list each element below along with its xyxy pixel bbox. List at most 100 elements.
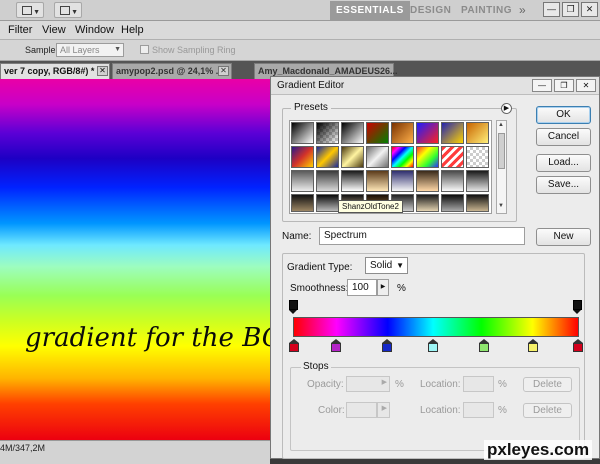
preset-swatch[interactable] [416, 194, 439, 212]
opacity-field: ▶ [346, 376, 390, 392]
show-sampling-ring-checkbox[interactable] [140, 45, 149, 54]
screen-mode-icon [60, 6, 70, 15]
preset-swatch[interactable] [316, 122, 339, 144]
opacity-stop-right[interactable] [573, 300, 582, 314]
preset-swatch[interactable] [391, 170, 414, 192]
sample-select[interactable]: All Layers ▼ [56, 43, 124, 57]
menu-help[interactable]: Help [121, 23, 144, 38]
presets-menu-icon[interactable]: ▶ [501, 103, 512, 114]
color-stop-5[interactable] [479, 339, 489, 353]
gradient-type-select[interactable]: Solid ▼ [365, 257, 408, 274]
gradient-type-value: Solid [370, 260, 393, 271]
preset-swatch[interactable] [466, 122, 489, 144]
preset-swatch[interactable] [466, 146, 489, 168]
preset-swatch[interactable] [291, 194, 314, 212]
dialog-restore-button[interactable]: ❐ [554, 79, 574, 92]
opacity-label: Opacity: [307, 379, 344, 390]
preset-swatch[interactable] [391, 146, 414, 168]
scrollbar-thumb[interactable] [498, 133, 505, 169]
preset-swatch[interactable] [341, 170, 364, 192]
dialog-title-bar[interactable]: Gradient Editor — ❐ ✕ [271, 77, 599, 95]
opacity-stop-left[interactable] [289, 300, 298, 314]
presets-label: Presets [291, 102, 331, 113]
smoothness-slider-icon[interactable]: ▶ [377, 279, 389, 296]
close-button[interactable]: ✕ [581, 2, 598, 17]
workspace-essentials[interactable]: ESSENTIALS [330, 1, 410, 20]
menu-window[interactable]: Window [75, 23, 114, 38]
color-stop-3[interactable] [382, 339, 392, 353]
preset-swatch[interactable] [291, 146, 314, 168]
preset-swatch[interactable] [441, 194, 464, 212]
color-stop-6[interactable] [528, 339, 538, 353]
workspace-more-icon[interactable]: » [519, 1, 526, 20]
color-stop-2[interactable] [331, 339, 341, 353]
preset-swatch[interactable] [316, 146, 339, 168]
tab-label: amypop2.psd @ 24,1% ... [116, 66, 224, 76]
preset-swatch[interactable] [466, 194, 489, 212]
restore-button[interactable]: ❐ [562, 2, 579, 17]
menu-view[interactable]: View [42, 23, 66, 38]
gradient-ramp[interactable] [293, 317, 579, 337]
preset-swatch[interactable] [441, 122, 464, 144]
dialog-minimize-button[interactable]: — [532, 79, 552, 92]
preset-swatch[interactable] [316, 194, 339, 212]
close-icon[interactable]: ✕ [97, 66, 108, 76]
cancel-button[interactable]: Cancel [536, 128, 591, 146]
color-stop-7[interactable] [573, 339, 583, 353]
document-canvas[interactable]: gradient for the BG [0, 79, 283, 440]
minimize-button[interactable]: — [543, 2, 560, 17]
workspace-painting[interactable]: PAINTING [461, 1, 512, 20]
preset-swatch[interactable] [341, 122, 364, 144]
menu-filter[interactable]: Filter [8, 23, 32, 38]
preset-swatch[interactable] [341, 146, 364, 168]
dialog-close-button[interactable]: ✕ [576, 79, 596, 92]
tab-document-1[interactable]: ver 7 copy, RGB/8#) * ✕ [0, 63, 110, 79]
new-button[interactable]: New [536, 228, 591, 246]
color-stop-1[interactable] [289, 339, 299, 353]
scroll-up-icon[interactable]: ▲ [498, 122, 504, 128]
color-stop-4[interactable] [428, 339, 438, 353]
preset-swatch[interactable] [391, 122, 414, 144]
preset-swatch[interactable] [416, 146, 439, 168]
scroll-down-icon[interactable]: ▼ [498, 203, 504, 209]
preset-swatch[interactable] [466, 170, 489, 192]
preset-swatch[interactable] [291, 170, 314, 192]
tab-document-2[interactable]: amypop2.psd @ 24,1% ... ✕ [112, 63, 232, 79]
chevron-down-icon: ▼ [114, 46, 121, 53]
preset-swatch[interactable] [416, 122, 439, 144]
grid-icon [22, 6, 32, 15]
color-location-field [463, 402, 494, 418]
preset-swatch[interactable] [291, 122, 314, 144]
gradient-editor-dialog: Gradient Editor — ❐ ✕ Presets ▶ ▲ ▼ OK C… [270, 76, 600, 459]
preset-swatch[interactable] [441, 146, 464, 168]
watermark: pxleyes.com [484, 440, 593, 460]
preset-swatch[interactable] [366, 146, 389, 168]
opacity-location-field [463, 376, 494, 392]
preset-tooltip: ShanzOldTone2 [338, 200, 403, 213]
menu-bar: Filter View Window Help [0, 21, 600, 40]
smoothness-label: Smoothness: [290, 283, 349, 294]
save-button[interactable]: Save... [536, 176, 591, 194]
color-picker-icon: ▶ [377, 402, 390, 418]
screen-mode-button[interactable]: ▼ [54, 2, 82, 18]
opacity-delete-button: Delete [523, 377, 572, 392]
opacity-percent: % [395, 379, 404, 390]
dialog-title: Gradient Editor [277, 80, 345, 91]
ok-button[interactable]: OK [536, 106, 591, 124]
preset-swatch[interactable] [441, 170, 464, 192]
options-bar: Sample: All Layers ▼ Show Sampling Ring [0, 40, 600, 61]
preset-swatch[interactable] [316, 170, 339, 192]
name-field[interactable]: Spectrum [319, 227, 525, 245]
tab-label: ver 7 copy, RGB/8#) * [4, 66, 95, 76]
sample-select-value: All Layers [60, 45, 100, 55]
close-icon[interactable]: ✕ [218, 66, 229, 76]
presets-scrollbar[interactable]: ▲ ▼ [496, 120, 507, 214]
smoothness-field[interactable]: 100 [347, 279, 377, 296]
preset-swatch[interactable] [366, 122, 389, 144]
color-label: Color: [318, 405, 345, 416]
preset-swatch[interactable] [416, 170, 439, 192]
preset-swatch[interactable] [366, 170, 389, 192]
workspace-design[interactable]: DESIGN [410, 1, 451, 20]
load-button[interactable]: Load... [536, 154, 591, 172]
arrange-documents-button[interactable]: ▼ [16, 2, 44, 18]
